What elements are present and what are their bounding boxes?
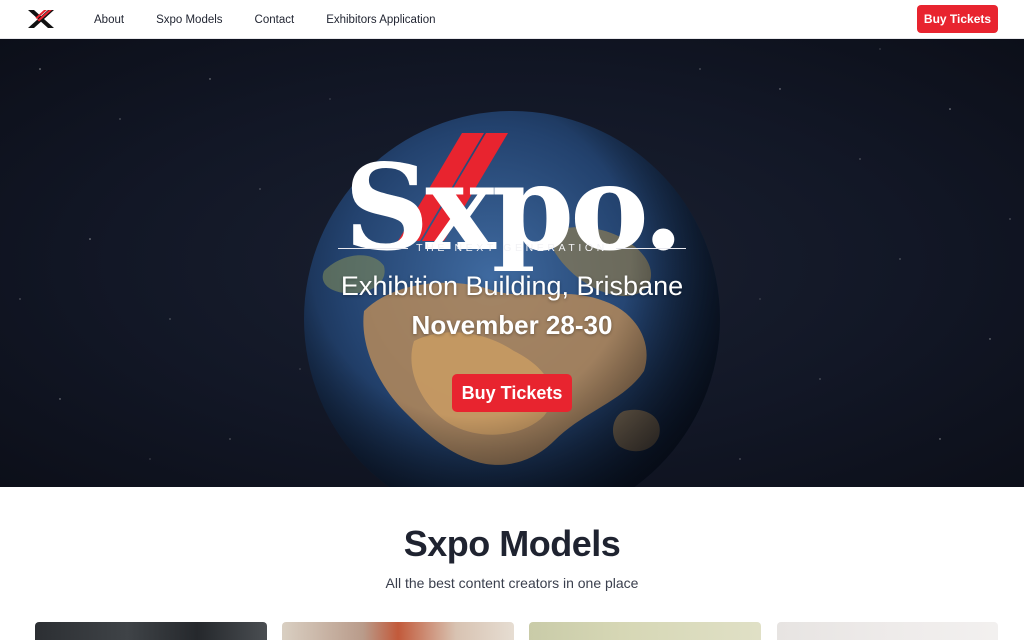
event-dates: November 28-30 bbox=[411, 310, 613, 340]
model-card[interactable] bbox=[777, 622, 998, 640]
nav-link-contact[interactable]: Contact bbox=[255, 14, 295, 26]
tagline-row: THE NEXT GENERATION bbox=[338, 239, 687, 257]
model-card[interactable] bbox=[529, 622, 761, 640]
tagline-text: THE NEXT GENERATION bbox=[416, 242, 608, 254]
model-card[interactable] bbox=[35, 622, 267, 640]
event-venue: Exhibition Building, Brisbane bbox=[340, 271, 684, 301]
nav-buy-tickets-button[interactable]: Buy Tickets bbox=[917, 5, 998, 33]
nav-links: About Sxpo Models Contact Exhibitors App… bbox=[94, 0, 468, 39]
model-card[interactable] bbox=[282, 622, 514, 640]
top-nav: About Sxpo Models Contact Exhibitors App… bbox=[0, 0, 1024, 39]
tagline-divider-right bbox=[615, 247, 687, 249]
hero-banner: Sxpo. THE NEXT GENERATION Exhibition Bui… bbox=[0, 39, 1024, 487]
nav-link-about[interactable]: About bbox=[94, 14, 124, 26]
nav-link-sxpo-models[interactable]: Sxpo Models bbox=[156, 14, 222, 26]
sxpo-x-logo-icon[interactable] bbox=[26, 8, 56, 30]
nav-link-exhibitors-application[interactable]: Exhibitors Application bbox=[326, 14, 435, 26]
models-section-title: Sxpo Models bbox=[403, 523, 621, 564]
models-section-subtitle: All the best content creators in one pla… bbox=[385, 575, 639, 591]
tagline-divider-left bbox=[338, 247, 409, 249]
hero-buy-tickets-button[interactable]: Buy Tickets bbox=[452, 374, 572, 412]
